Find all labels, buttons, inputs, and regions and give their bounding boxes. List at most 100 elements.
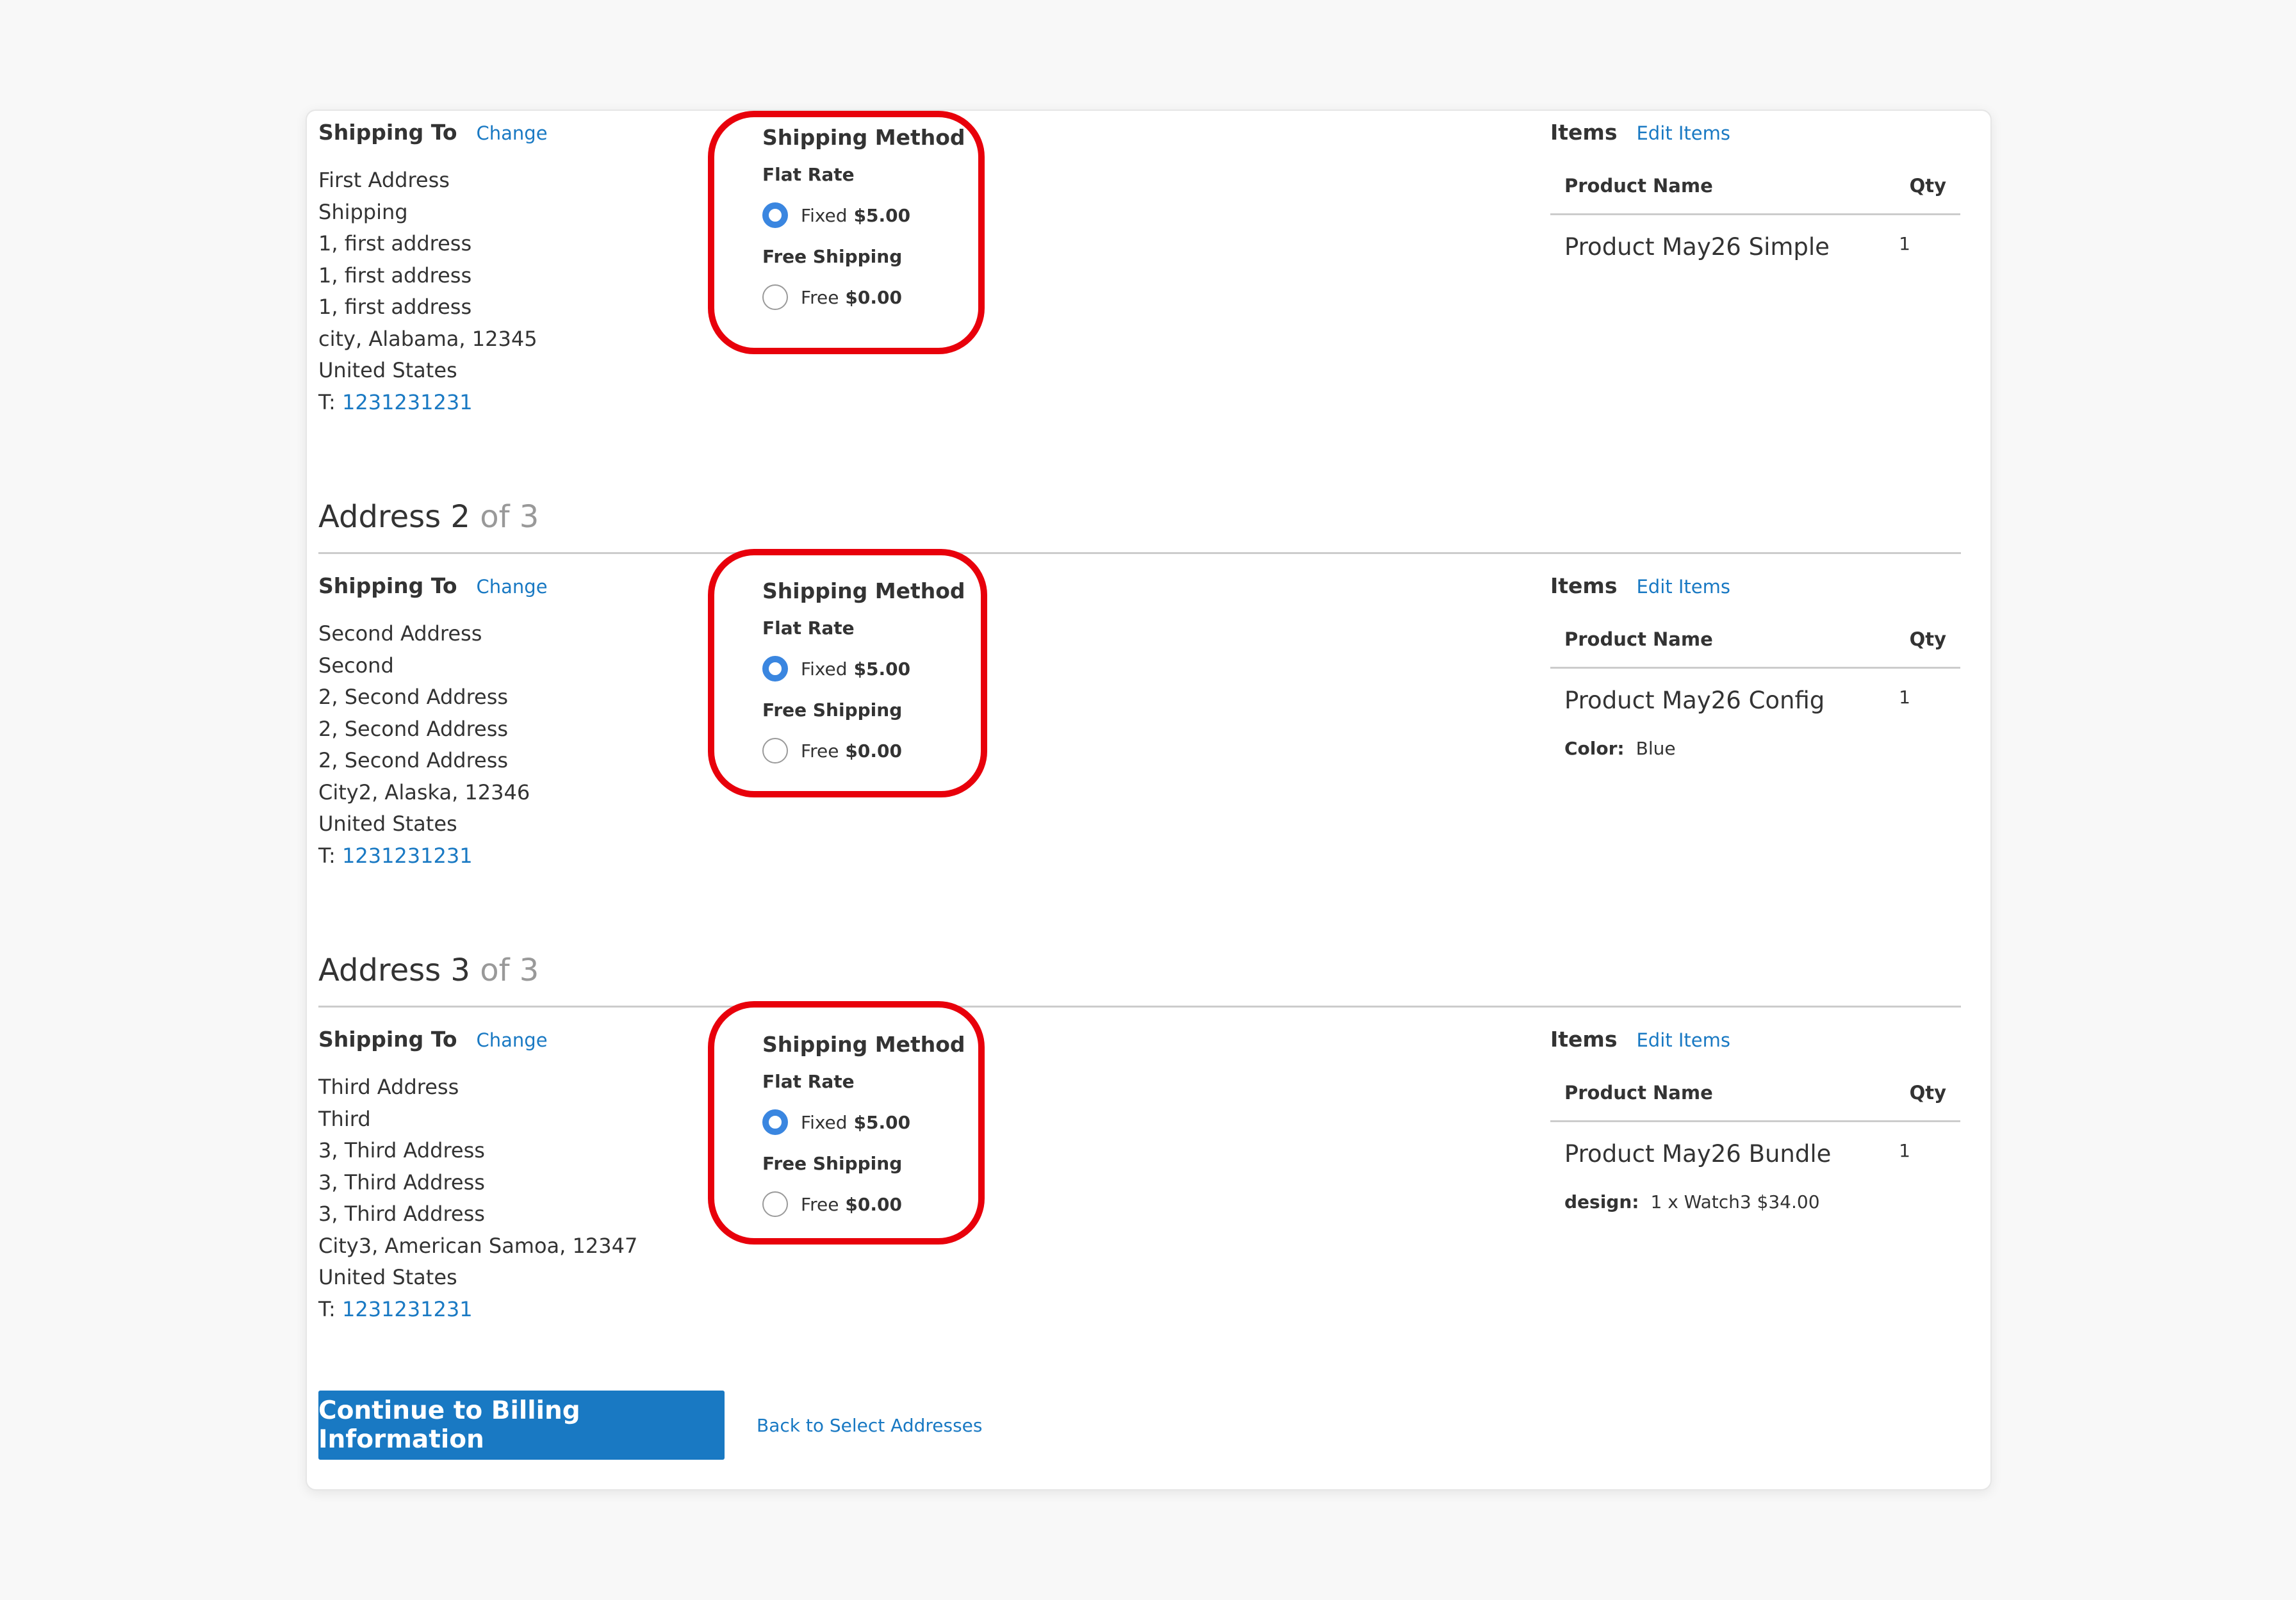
phone-link[interactable]: 1231231231	[342, 844, 473, 868]
rate-option-fixed[interactable]: Fixed $5.00	[762, 190, 980, 240]
rate-option-fixed[interactable]: Fixed $5.00	[762, 1097, 980, 1147]
qty-header: Qty	[1909, 175, 1946, 197]
qty-header: Qty	[1909, 628, 1946, 650]
product-qty: 1	[1899, 1139, 1910, 1161]
shipping-to-title: Shipping To	[318, 1027, 457, 1052]
rate-option-free[interactable]: Free $0.00	[762, 1179, 980, 1229]
rate-price: $0.00	[845, 286, 902, 308]
address-line: 3, Third Address	[318, 1170, 485, 1195]
address-line: 1, first address	[318, 231, 472, 256]
address-number: 2	[450, 499, 470, 535]
shipping-method-column: Shipping Method Flat Rate Fixed $5.00 Fre…	[762, 120, 980, 322]
change-address-link[interactable]: Change	[477, 1029, 548, 1051]
rate-label: Free $0.00	[801, 740, 902, 762]
phone-link[interactable]: 1231231231	[342, 1297, 473, 1321]
address-lines: First Address Shipping 1, first address …	[318, 165, 677, 418]
phone-prefix: T:	[318, 843, 336, 868]
back-to-select-addresses-link[interactable]: Back to Select Addresses	[757, 1415, 983, 1436]
address-line: 3, Third Address	[318, 1138, 485, 1163]
shipping-method-title: Shipping Method	[762, 125, 965, 150]
rate-option-fixed[interactable]: Fixed $5.00	[762, 644, 980, 694]
address-line: Second	[318, 653, 394, 678]
product-name-header: Product Name	[1564, 628, 1713, 650]
rate-option-free[interactable]: Free $0.00	[762, 726, 980, 776]
phone-link[interactable]: 1231231231	[342, 390, 473, 414]
rate-label: Fixed $5.00	[801, 205, 910, 226]
phone-prefix: T:	[318, 389, 336, 414]
items-column: Items Edit Items Product Name Qty Produc…	[1550, 120, 1960, 278]
continue-to-billing-button[interactable]: Continue to Billing Information	[318, 1391, 725, 1460]
radio-button-selected[interactable]	[762, 656, 788, 682]
product-option: Color: Blue	[1550, 738, 1960, 759]
rate-label: Fixed $5.00	[801, 1112, 910, 1133]
rate-name: Free	[801, 740, 839, 762]
radio-button[interactable]	[762, 1191, 788, 1217]
address-line: Third Address	[318, 1075, 459, 1099]
multishipping-card: Address 2 of 3 Address 3 of 3 Shipping T…	[306, 110, 1992, 1490]
phone-line: T: 1231231231	[318, 387, 677, 419]
product-name-header: Product Name	[1564, 1082, 1713, 1104]
phone-prefix: T:	[318, 1296, 336, 1321]
table-row: Product May26 Simple 1	[1550, 215, 1960, 278]
rate-option-free[interactable]: Free $0.00	[762, 272, 980, 322]
rate-name: Free	[801, 1193, 839, 1215]
radio-button[interactable]	[762, 284, 788, 310]
address-number: 3	[450, 952, 470, 988]
table-row: Product May26 Config 1	[1550, 669, 1960, 731]
change-address-link[interactable]: Change	[477, 122, 548, 144]
change-address-link[interactable]: Change	[477, 576, 548, 598]
shipping-to-title: Shipping To	[318, 573, 457, 598]
shipping-method-title: Shipping Method	[762, 1032, 965, 1057]
address-line: 2, Second Address	[318, 748, 509, 772]
rate-price: $0.00	[845, 740, 902, 762]
edit-items-link[interactable]: Edit Items	[1636, 1029, 1730, 1051]
address-line: city, Alabama, 12345	[318, 326, 537, 351]
phone-line: T: 1231231231	[318, 1294, 677, 1326]
radio-button-selected[interactable]	[762, 202, 788, 228]
product-qty: 1	[1899, 686, 1910, 708]
rate-label: Fixed $5.00	[801, 658, 910, 680]
items-table-header: Product Name Qty	[1550, 612, 1960, 669]
radio-button-selected[interactable]	[762, 1109, 788, 1135]
carrier-title: Free Shipping	[762, 699, 903, 721]
items-table-header: Product Name Qty	[1550, 1065, 1960, 1122]
edit-items-link[interactable]: Edit Items	[1636, 122, 1730, 144]
address-line: First Address	[318, 168, 450, 192]
items-column: Items Edit Items Product Name Qty Produc…	[1550, 1027, 1960, 1212]
option-label: Color:	[1564, 738, 1625, 759]
items-table-header: Product Name Qty	[1550, 158, 1960, 215]
rate-name: Fixed	[801, 1111, 848, 1133]
address-lines: Second Address Second 2, Second Address …	[318, 618, 677, 872]
address-of-count: of 3	[480, 952, 539, 988]
address-line: 1, first address	[318, 295, 472, 319]
address-2-heading: Address 2 of 3	[318, 499, 1961, 554]
actions-toolbar: Continue to Billing Information Back to …	[318, 1391, 983, 1460]
option-label: design:	[1564, 1191, 1639, 1212]
address-word: Address	[318, 952, 441, 988]
rate-label: Free $0.00	[801, 287, 902, 308]
radio-button[interactable]	[762, 738, 788, 763]
edit-items-link[interactable]: Edit Items	[1636, 576, 1730, 598]
items-title: Items	[1550, 120, 1618, 145]
address-line: 1, first address	[318, 263, 472, 288]
product-name: Product May26 Bundle	[1564, 1139, 1832, 1168]
product-qty: 1	[1899, 233, 1910, 254]
product-option: design: 1 x Watch3 $34.00	[1550, 1191, 1960, 1212]
items-column: Items Edit Items Product Name Qty Produc…	[1550, 573, 1960, 759]
shipping-to-title: Shipping To	[318, 120, 457, 145]
address-line: Shipping	[318, 199, 408, 224]
shipping-to-column: Shipping To Change First Address Shippin…	[318, 120, 677, 418]
address-lines: Third Address Third 3, Third Address 3, …	[318, 1072, 677, 1325]
shipping-method-column: Shipping Method Flat Rate Fixed $5.00 Fre…	[762, 1027, 980, 1229]
rate-name: Fixed	[801, 658, 848, 680]
address-word: Address	[318, 499, 441, 535]
rate-price: $0.00	[845, 1193, 902, 1215]
table-row: Product May26 Bundle 1	[1550, 1122, 1960, 1185]
shipping-to-column: Shipping To Change Second Address Second…	[318, 573, 677, 872]
carrier-title: Flat Rate	[762, 1071, 855, 1092]
address-of-count: of 3	[480, 499, 539, 535]
carrier-title: Flat Rate	[762, 617, 855, 639]
carrier-title: Free Shipping	[762, 1153, 903, 1174]
address-line: United States	[318, 812, 457, 836]
address-line: Second Address	[318, 621, 482, 646]
